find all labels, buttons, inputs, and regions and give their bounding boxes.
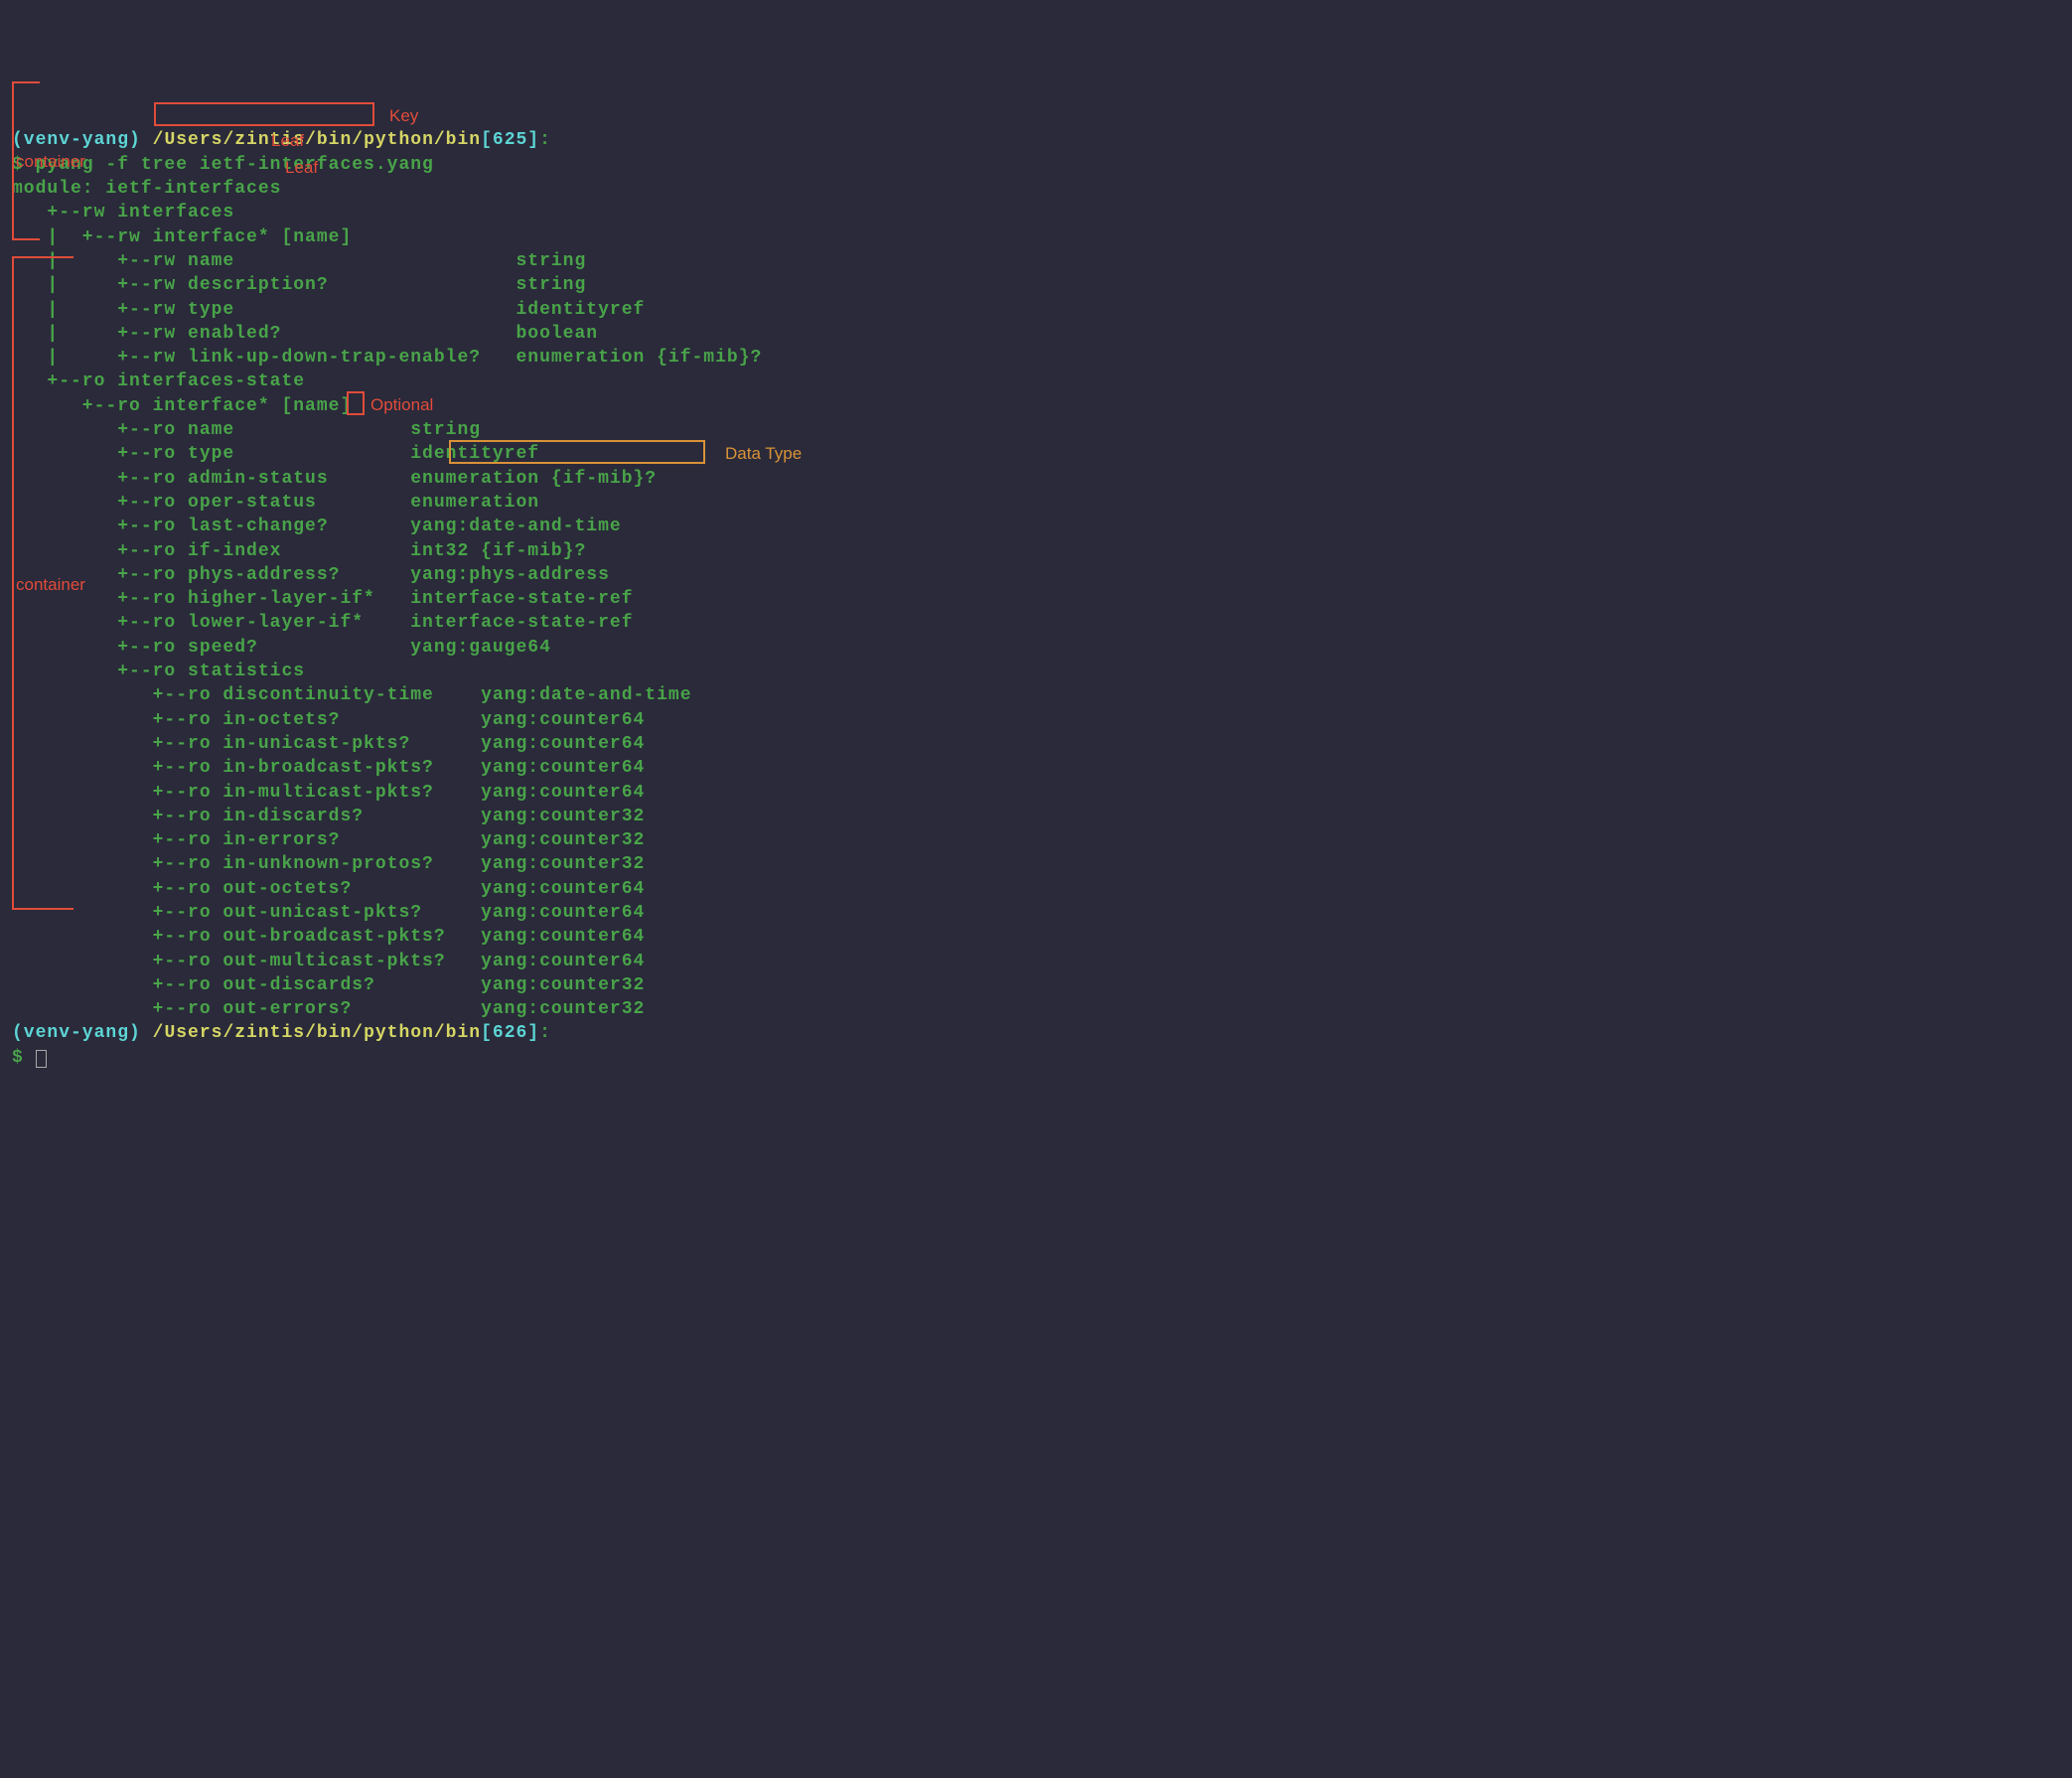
- hist-num: [626]: [481, 1023, 539, 1043]
- tree-line: +--ro in-unicast-pkts? yang:counter64: [12, 734, 645, 754]
- tree-line: +--ro phys-address? yang:phys-address: [12, 565, 610, 585]
- tree-line: +--ro out-broadcast-pkts? yang:counter64: [12, 927, 645, 947]
- tree-line: +--ro lower-layer-if* interface-state-re…: [12, 613, 634, 633]
- tree-line: +--ro speed? yang:gauge64: [12, 638, 551, 658]
- module-line: module: ietf-interfaces: [12, 179, 281, 199]
- tree-line: +--ro in-multicast-pkts? yang:counter64: [12, 783, 645, 803]
- tree-line: +--ro in-unknown-protos? yang:counter32: [12, 854, 645, 874]
- tree-line: | +--rw type identityref: [12, 300, 645, 320]
- tree-line: +--ro higher-layer-if* interface-state-r…: [12, 589, 634, 609]
- tree-line: +--ro interfaces-state: [12, 371, 305, 391]
- tree-line: | +--rw enabled? boolean: [12, 324, 598, 344]
- terminal-output: (venv-yang) /Users/zintis/bin/python/bin…: [12, 104, 2060, 1070]
- tree-line: +--ro out-octets? yang:counter64: [12, 879, 645, 899]
- hist-num: [625]: [481, 130, 539, 150]
- tree-line: +--ro out-unicast-pkts? yang:counter64: [12, 903, 645, 923]
- prompt-line-2: (venv-yang) /Users/zintis/bin/python/bin…: [12, 1023, 551, 1043]
- tree-line: +--ro in-errors? yang:counter32: [12, 830, 645, 850]
- tree-line: +--ro in-discards? yang:counter32: [12, 807, 645, 826]
- tree-line: +--ro if-index int32 {if-mib}?: [12, 541, 586, 561]
- command-line-2[interactable]: $: [12, 1048, 47, 1068]
- tree-line: +--ro type identityref: [12, 444, 539, 464]
- tree-line: | +--rw description? string: [12, 275, 586, 295]
- tree-line: +--ro name string: [12, 420, 481, 440]
- tree-line: +--ro out-multicast-pkts? yang:counter64: [12, 952, 645, 971]
- tree-line: | +--rw name string: [12, 251, 586, 271]
- tree-line: +--ro out-errors? yang:counter32: [12, 999, 645, 1019]
- venv-name: (venv-yang): [12, 130, 141, 150]
- venv-name: (venv-yang): [12, 1023, 141, 1043]
- tree-line: +--ro interface* [name]: [12, 396, 352, 416]
- prompt-line-1: (venv-yang) /Users/zintis/bin/python/bin…: [12, 130, 551, 150]
- tree-line: +--ro statistics: [12, 662, 305, 681]
- prompt-path: /Users/zintis/bin/python/bin: [153, 130, 481, 150]
- tree-line: +--ro admin-status enumeration {if-mib}?: [12, 469, 657, 489]
- tree-line: +--ro out-discards? yang:counter32: [12, 975, 645, 995]
- tree-line: +--ro discontinuity-time yang:date-and-t…: [12, 685, 692, 705]
- cursor-icon: [36, 1050, 47, 1068]
- tree-line: | +--rw interface* [name]: [12, 227, 352, 247]
- tree-line: +--ro last-change? yang:date-and-time: [12, 517, 622, 536]
- command-line-1[interactable]: $ pyang -f tree ietf-interfaces.yang: [12, 155, 434, 175]
- tree-line: +--rw interfaces: [12, 203, 234, 222]
- tree-line: | +--rw link-up-down-trap-enable? enumer…: [12, 348, 762, 368]
- prompt-path: /Users/zintis/bin/python/bin: [153, 1023, 481, 1043]
- tree-line: +--ro in-octets? yang:counter64: [12, 710, 645, 730]
- tree-line: +--ro in-broadcast-pkts? yang:counter64: [12, 758, 645, 778]
- tree-line: +--ro oper-status enumeration: [12, 493, 539, 513]
